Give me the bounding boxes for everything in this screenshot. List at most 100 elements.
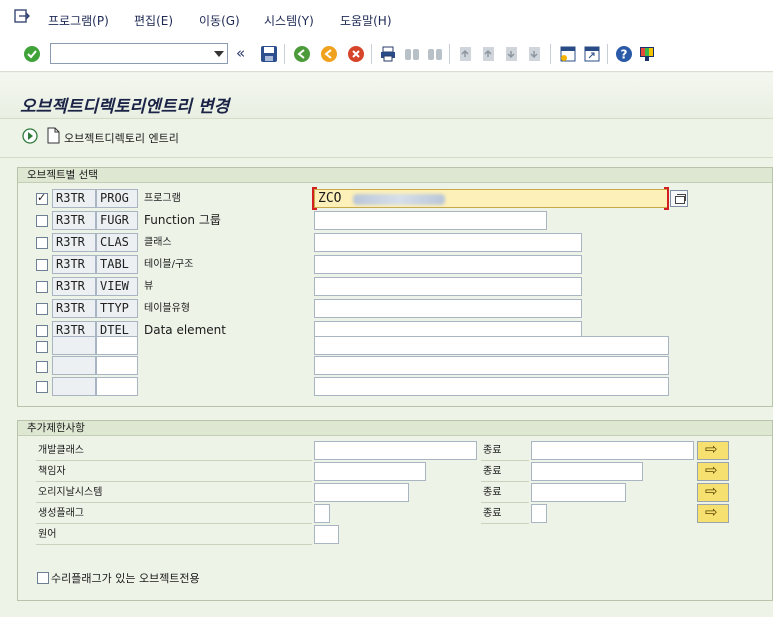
object-type-input[interactable] (96, 356, 138, 375)
toolbar-separator (371, 44, 372, 64)
responsible-to-input[interactable] (531, 462, 643, 481)
original-system-to-input[interactable] (531, 483, 626, 502)
object-checkbox-tabl[interactable] (36, 259, 48, 271)
print-icon[interactable] (379, 45, 397, 63)
multiple-selection-icon[interactable] (670, 190, 688, 207)
object-type-desc: 뷰 (144, 281, 154, 292)
object-name-input[interactable] (314, 377, 669, 396)
chevron-down-icon[interactable] (214, 51, 224, 57)
object-name-input-clas[interactable] (314, 233, 582, 252)
find-icon[interactable] (403, 45, 421, 63)
to-label: 종료 (483, 508, 502, 519)
label-underline (36, 523, 312, 524)
original-system-from-input[interactable] (314, 483, 409, 502)
dev-class-to-input[interactable] (531, 441, 694, 460)
toolbar-separator (550, 44, 551, 64)
page-title: 오브젝트디렉토리엔트리 변경 (20, 97, 230, 117)
exit-session-icon[interactable] (14, 9, 30, 23)
menu-help[interactable]: 도움말(H) (340, 12, 392, 29)
object-checkbox-prog[interactable] (36, 191, 48, 205)
to-label: 종료 (483, 487, 502, 498)
label-underline (481, 502, 529, 503)
object-type-cell: PROG (96, 189, 138, 208)
label-underline (36, 502, 312, 503)
responsible-label: 책임자 (38, 466, 66, 477)
repair-flag-checkbox[interactable] (37, 572, 49, 584)
object-checkbox-empty[interactable] (36, 381, 48, 393)
focus-marker (664, 187, 669, 210)
object-name-input-tabl[interactable] (314, 255, 582, 274)
cancel-icon[interactable] (347, 45, 365, 63)
object-checkbox-empty[interactable] (36, 341, 48, 353)
original-language-input[interactable] (314, 525, 339, 544)
object-name-input-prog[interactable]: ZCO (314, 189, 669, 208)
first-page-icon[interactable] (457, 45, 475, 63)
object-name-input[interactable] (314, 356, 669, 375)
object-name-input-fugr[interactable] (314, 211, 547, 230)
pgmid-cell: R3TR (52, 189, 96, 208)
object-checkbox-ttyp[interactable] (36, 303, 48, 315)
toolbar-separator (284, 44, 285, 64)
execute-icon[interactable] (22, 128, 38, 144)
command-input[interactable] (51, 44, 207, 63)
label-underline (36, 460, 312, 461)
command-field[interactable] (50, 43, 228, 64)
menu-goto[interactable]: 이동(G) (199, 12, 240, 29)
responsible-from-input[interactable] (314, 462, 426, 481)
object-checkbox-view[interactable] (36, 281, 48, 293)
back-icon[interactable] (293, 45, 311, 63)
directory-entry-button[interactable]: 오브젝트디렉토리 엔트리 (64, 130, 179, 146)
object-type-cell: TTYP (96, 299, 138, 318)
document-icon[interactable] (47, 127, 60, 144)
pgmid-input[interactable] (52, 356, 96, 375)
object-name-input[interactable] (314, 336, 669, 355)
group-title: 오브젝트별 선택 (18, 168, 772, 183)
object-checkbox-empty[interactable] (36, 361, 48, 373)
last-page-icon[interactable] (526, 45, 544, 63)
menu-program[interactable]: 프로그램(P) (48, 12, 109, 29)
object-name-input-view[interactable] (314, 277, 582, 296)
object-type-desc: Function 그룹 (144, 213, 221, 227)
layout-icon[interactable] (638, 45, 656, 63)
find-next-icon[interactable] (426, 45, 444, 63)
enter-icon[interactable] (23, 45, 41, 63)
multiple-selection-button[interactable] (697, 503, 729, 523)
double-chevron-left-icon[interactable]: « (236, 44, 245, 62)
pgmid-input[interactable] (52, 336, 96, 355)
object-name-input-ttyp[interactable] (314, 299, 582, 318)
pgmid-cell: R3TR (52, 277, 96, 296)
label-underline (481, 523, 529, 524)
menu-edit[interactable]: 편집(E) (134, 12, 173, 29)
creation-flag-from-input[interactable] (314, 504, 330, 523)
to-label: 종료 (483, 445, 502, 456)
original-system-label: 오리지날시스템 (38, 487, 103, 498)
menu-system[interactable]: 시스템(Y) (264, 12, 314, 29)
dev-class-from-input[interactable] (314, 441, 477, 460)
label-underline (481, 460, 529, 461)
prev-page-icon[interactable] (480, 45, 498, 63)
new-session-icon[interactable] (559, 45, 577, 63)
multiple-selection-button[interactable] (697, 482, 729, 502)
toolbar-separator (449, 44, 450, 64)
pgmid-cell: R3TR (52, 255, 96, 274)
help-icon[interactable]: ? (615, 45, 633, 63)
object-checkbox-dtel[interactable] (36, 325, 48, 337)
next-page-icon[interactable] (503, 45, 521, 63)
object-type-input[interactable] (96, 377, 138, 396)
object-checkbox-fugr[interactable] (36, 215, 48, 227)
label-underline (36, 481, 312, 482)
object-type-desc: 테이블/구조 (144, 259, 194, 270)
shortcut-icon[interactable] (583, 45, 601, 63)
object-type-cell: CLAS (96, 233, 138, 252)
multiple-selection-button[interactable] (697, 461, 729, 481)
redacted-text (353, 194, 445, 205)
exit-icon[interactable] (320, 45, 338, 63)
multiple-selection-button[interactable] (697, 440, 729, 460)
save-icon[interactable] (260, 45, 278, 63)
pgmid-input[interactable] (52, 377, 96, 396)
creation-flag-to-input[interactable] (531, 504, 547, 523)
object-type-desc: 테이블유형 (144, 303, 190, 314)
object-type-input[interactable] (96, 336, 138, 355)
original-language-label: 원어 (38, 529, 57, 540)
object-checkbox-clas[interactable] (36, 237, 48, 249)
